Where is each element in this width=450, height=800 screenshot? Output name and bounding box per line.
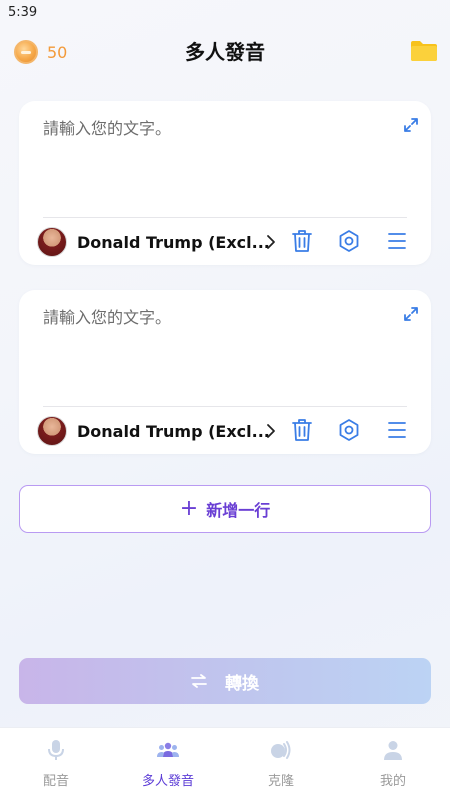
text-card-2: 請輸入您的文字。 Donald Trump (Excl... [19, 290, 431, 454]
swap-icon [191, 674, 207, 688]
add-line-button[interactable]: + 新增一行 [19, 485, 431, 533]
divider [43, 406, 407, 407]
tab-label: 多人發音 [141, 774, 194, 789]
tab-label: 配音 [42, 774, 69, 789]
chevron-right-icon[interactable] [265, 423, 277, 439]
menu-icon[interactable] [387, 420, 407, 440]
bottom-tab-bar: 配音 多人發音 克隆 我的 [0, 727, 450, 800]
text-card-1: 請輸入您的文字。 Donald Trump (Excl... [19, 101, 431, 265]
status-time: 5:39 [8, 5, 38, 20]
text-input-2[interactable]: 請輸入您的文字。 [43, 304, 171, 328]
add-line-label: 新增一行 [206, 501, 271, 520]
tab-multi-voice[interactable]: 多人發音 [128, 738, 208, 798]
plus-icon: + [179, 496, 199, 521]
convert-button[interactable]: 轉換 [19, 658, 431, 704]
menu-icon[interactable] [387, 231, 407, 251]
avatar [37, 416, 67, 446]
tab-clone[interactable]: 克隆 [241, 738, 321, 798]
tab-label: 我的 [379, 774, 406, 789]
tab-dubbing[interactable]: 配音 [16, 738, 96, 798]
avatar [37, 227, 67, 257]
expand-icon[interactable] [403, 306, 419, 322]
page-title: 多人發音 [185, 40, 265, 64]
sound-wave-icon [271, 741, 291, 759]
chevron-right-icon[interactable] [265, 234, 277, 250]
convert-label: 轉換 [225, 673, 259, 694]
microphone-icon [48, 740, 64, 760]
voice-row-2: Donald Trump (Excl... [37, 414, 413, 448]
voice-selector-1[interactable]: Donald Trump (Excl... [77, 233, 270, 252]
trash-icon[interactable] [291, 229, 313, 253]
text-input-1[interactable]: 請輸入您的文字。 [43, 115, 171, 139]
expand-icon[interactable] [403, 117, 419, 133]
settings-icon[interactable] [338, 418, 360, 442]
user-icon [384, 741, 402, 760]
voice-selector-2[interactable]: Donald Trump (Excl... [77, 422, 270, 441]
people-icon [157, 742, 179, 757]
divider [43, 217, 407, 218]
voice-row-1: Donald Trump (Excl... [37, 225, 413, 259]
tab-profile[interactable]: 我的 [353, 738, 433, 798]
settings-icon[interactable] [338, 229, 360, 253]
trash-icon[interactable] [291, 418, 313, 442]
folder-icon[interactable] [410, 40, 438, 62]
tab-label: 克隆 [267, 774, 294, 789]
